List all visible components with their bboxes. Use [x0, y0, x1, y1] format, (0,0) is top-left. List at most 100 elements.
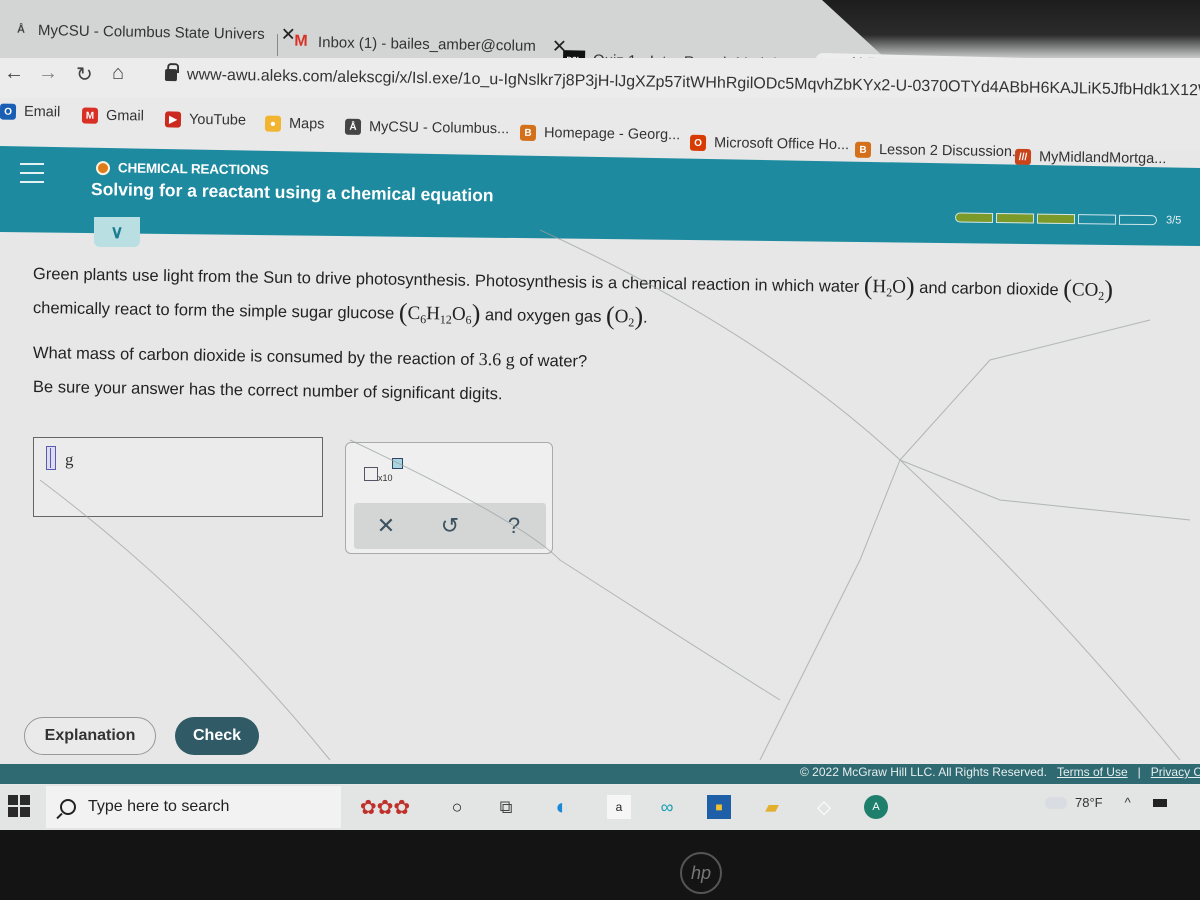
bookmark-microsoft-office-ho[interactable]: O Microsoft Office Ho...	[689, 134, 850, 154]
bookmark-label: MyCSU - Columbus...	[368, 119, 510, 138]
bookmark-lesson-2-discussion[interactable]: B Lesson 2 Discussion...	[854, 141, 1025, 161]
sig-figs-instruction: Be sure your answer has the correct numb…	[32, 378, 503, 404]
hp-logo: hp	[680, 852, 722, 894]
question-text: What mass of carbon dioxide is consumed …	[32, 344, 475, 369]
brightspace-icon: B	[854, 141, 872, 158]
bookmark-gmail[interactable]: M Gmail	[81, 107, 144, 125]
check-button[interactable]: Check	[175, 717, 259, 755]
privacy-link[interactable]: Privacy Ce	[1151, 765, 1200, 779]
bookmark-label: Maps	[288, 115, 325, 133]
explanation-button[interactable]: Explanation	[24, 717, 156, 755]
edge-icon[interactable]: ◐	[550, 794, 574, 819]
footer: © 2022 McGraw Hill LLC. All Rights Reser…	[800, 765, 1200, 779]
reload-button[interactable]: ↻	[76, 62, 93, 87]
cortana-icon[interactable]: ○	[445, 795, 469, 819]
back-button[interactable]: ←	[4, 62, 24, 85]
file-explorer-icon[interactable]: ▰	[760, 795, 784, 819]
home-button[interactable]: ⌂	[112, 62, 124, 85]
mycsu-icon: Å	[344, 118, 362, 135]
bookmark-mycsu-columbus[interactable]: Å MyCSU - Columbus...	[344, 118, 510, 138]
weather-icon	[1045, 791, 1069, 809]
undo-button[interactable]: ↺	[430, 513, 470, 539]
answer-input[interactable]	[46, 446, 56, 470]
bookmark-label: Microsoft Office Ho...	[713, 135, 850, 154]
progress-segment	[954, 212, 994, 223]
x10-label: x10	[378, 473, 393, 483]
tab-label: Inbox (1) - bailes_amber@colum	[317, 33, 536, 55]
tray-chevron-icon[interactable]: ^	[1125, 795, 1131, 810]
bookmark-mymidlandmortga[interactable]: /// MyMidlandMortga...	[1014, 148, 1167, 168]
forward-button[interactable]: →	[38, 62, 58, 85]
topic-name: CHEMICAL REACTIONS	[117, 160, 269, 178]
water-mass: 3.6 g	[478, 349, 515, 370]
question-text: chemically react to form the simple suga…	[32, 299, 395, 323]
menu-icon[interactable]	[20, 163, 44, 183]
help-button[interactable]: ?	[494, 513, 534, 539]
store-icon[interactable]: ■	[707, 795, 731, 819]
outlook-icon: O	[0, 103, 17, 120]
question-text: Green plants use light from the Sun to d…	[32, 265, 860, 296]
progress-segment	[1077, 214, 1117, 225]
screen: Å MyCSU - Columbus State Univers ✕ M Inb…	[0, 0, 1200, 900]
water-formula: H2O	[872, 276, 907, 300]
terms-link[interactable]: Terms of Use	[1057, 765, 1128, 779]
bookmark-label: Gmail	[105, 107, 144, 125]
bookmark-email[interactable]: O Email	[0, 103, 61, 121]
bookmark-label: MyMidlandMortga...	[1038, 149, 1167, 168]
bookmark-label: Homepage - Georg...	[543, 125, 681, 144]
keypad-actions: ✕ ↺ ?	[354, 503, 546, 549]
battery-icon[interactable]	[1152, 798, 1167, 807]
office-icon: O	[689, 134, 707, 152]
windows-start-icon[interactable]	[8, 795, 30, 817]
youtube-icon: ▶	[164, 111, 182, 128]
gmail-icon: M	[81, 107, 99, 124]
taskbar-search[interactable]: Type here to search	[46, 786, 341, 828]
question-prompt: What mass of carbon dioxide is consumed …	[33, 342, 587, 372]
topic-status-icon	[95, 160, 111, 175]
amazon-icon[interactable]: a	[607, 795, 631, 819]
bookmark-label: Email	[23, 103, 61, 121]
glucose-formula: C6H12O6	[407, 302, 472, 327]
midland-icon: ///	[1014, 148, 1032, 166]
topic-label: CHEMICAL REACTIONS	[95, 160, 269, 178]
chevron-down-icon[interactable]: ∨	[94, 217, 140, 247]
question-line-2: chemically react to form the simple suga…	[32, 297, 648, 331]
progress-segment	[1036, 213, 1076, 225]
app-icon[interactable]: ∞	[655, 795, 679, 819]
bookmark-homepage-georg[interactable]: B Homepage - Georg...	[519, 124, 681, 144]
progress-segment	[995, 212, 1035, 224]
o2-formula: O2	[614, 306, 635, 330]
copyright: © 2022 McGraw Hill LLC. All Rights Reser…	[800, 765, 1047, 779]
brightspace-icon: B	[519, 124, 537, 141]
task-view-icon[interactable]: ⧉	[494, 795, 518, 819]
mycsu-icon: Å	[16, 23, 26, 36]
flowers-widget-icon[interactable]: ✿✿✿	[355, 795, 415, 819]
bookmark-label: YouTube	[188, 111, 247, 129]
maps-icon: ●	[264, 115, 282, 132]
bookmark-label: Lesson 2 Discussion...	[878, 142, 1025, 161]
profile-icon[interactable]: A	[864, 795, 888, 819]
progress-label: 3/5	[1165, 214, 1182, 227]
answer-keypad: x10 ✕ ↺ ?	[345, 442, 553, 554]
scientific-notation-button[interactable]: x10	[364, 455, 414, 485]
dropbox-icon[interactable]: ◇	[812, 795, 836, 819]
answer-area[interactable]: g	[33, 437, 323, 517]
progress-segment	[1118, 214, 1158, 226]
tab-label: MyCSU - Columbus State Univers	[37, 21, 265, 43]
question-text: of water?	[519, 351, 588, 371]
laptop-bezel	[0, 830, 1200, 900]
weather-widget[interactable]: 78°F ^	[1045, 791, 1167, 810]
question-text: and carbon dioxide	[919, 278, 1059, 300]
unit-label: g	[65, 450, 74, 469]
base-box-icon	[364, 467, 378, 481]
lock-icon	[164, 69, 178, 82]
tab-mycsu[interactable]: Å MyCSU - Columbus State Univers ✕	[2, 11, 306, 52]
search-icon	[60, 799, 76, 815]
question-text: and oxygen gas	[484, 306, 602, 326]
bookmark-maps[interactable]: ● Maps	[264, 115, 325, 133]
clear-button[interactable]: ✕	[366, 513, 406, 539]
exponent-box-icon	[392, 458, 403, 469]
gmail-icon: M	[294, 32, 308, 50]
bookmark-youtube[interactable]: ▶ YouTube	[164, 111, 247, 129]
co2-formula: CO2	[1071, 279, 1105, 303]
